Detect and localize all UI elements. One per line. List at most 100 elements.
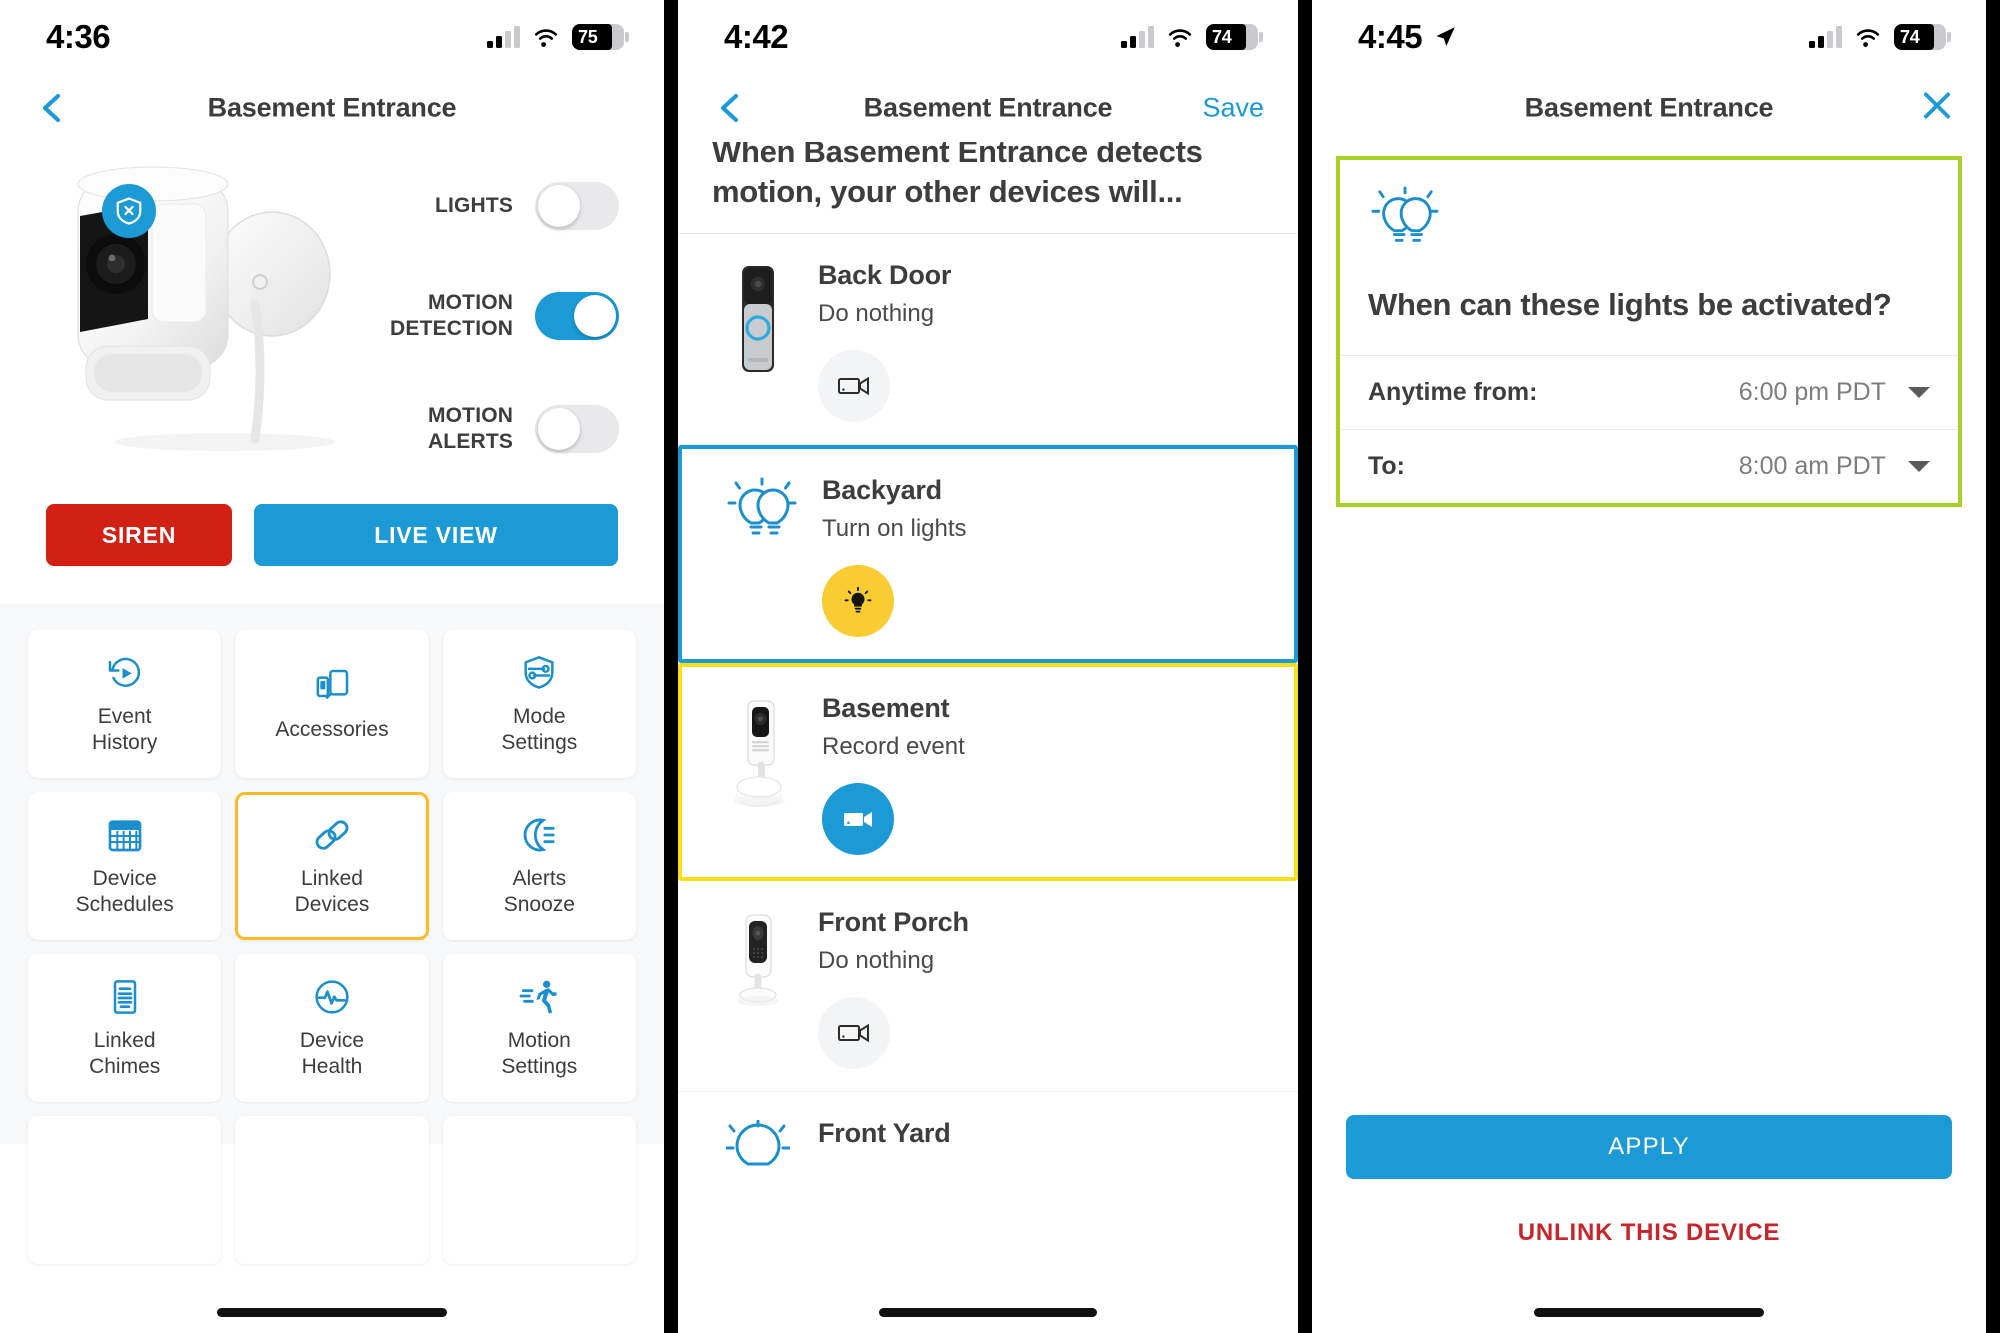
two-bulbs-icon [716,475,808,637]
battery-indicator: 75 [572,24,629,50]
tile-partial-2[interactable] [235,1116,429,1264]
tile-event-history[interactable]: Event History [28,630,222,778]
device-row-backyard[interactable]: Backyard Turn on lights [678,445,1298,664]
device-info: Backyard Turn on lights [808,475,1260,638]
schedule-body: When can these lights be activated? Anyt… [1312,142,1986,1333]
tile-partial-1[interactable] [28,1116,222,1264]
tile-label: Mode Settings [501,705,578,754]
card-title: When can these lights be activated? [1368,287,1892,322]
device-action-text: Do nothing [818,300,935,328]
close-button[interactable] [1918,87,1956,130]
page-title: Basement Entrance [207,92,457,123]
device-name: Backyard [822,475,942,506]
linked-device-list: When Basement Entrance detects motion, y… [678,142,1298,1333]
video-camera-icon[interactable] [818,997,890,1070]
toggle-list: LIGHTS MOTION DETECTION MOTION ALERTS [390,154,664,455]
caret-down-icon [1908,387,1930,399]
apply-button[interactable]: APPLY [1346,1115,1952,1179]
close-x-icon [1924,92,1950,119]
device-image-wrap [60,154,390,459]
feature-grid: Event History Accessories Mode Settings … [28,630,636,1264]
toggle-motion-detection-row: MOTION DETECTION [390,290,620,343]
schedule-from-value: 6:00 pm PDT [1738,378,1886,407]
chevron-left-icon [720,93,739,123]
device-row-front-yard[interactable]: Front Yard [678,1092,1298,1199]
toggle-motion-detection-label: MOTION DETECTION [390,291,514,341]
tile-mode-settings[interactable]: Mode Settings [442,630,636,778]
lightbulb-icon[interactable] [822,565,894,638]
shield-x-icon [102,184,156,238]
screen-light-schedule: 4:45 74 Basement Entrance When can these… [1312,0,1986,1333]
card-header: When can these lights be activated? [1340,160,1958,355]
tile-linked-devices[interactable]: Linked Devices [235,792,429,940]
tile-alerts-snooze[interactable]: Alerts Snooze [442,792,636,940]
two-bulbs-icon [1368,186,1930,257]
video-camera-icon[interactable] [818,350,890,423]
chevron-left-icon [42,93,61,123]
toggle-lights-label: LIGHTS [434,193,514,217]
status-icons: 74 [1809,24,1951,50]
tile-accessories[interactable]: Accessories [235,630,429,778]
cellular-signal-icon [1121,26,1154,48]
video-camera-icon[interactable] [822,783,894,856]
device-info: Front Porch Do nothing [804,907,1264,1070]
device-info: Basement Record event [808,693,1260,856]
tile-partial-3[interactable] [442,1116,636,1264]
tile-label: Linked Devices [294,867,370,916]
ring-indoor-cam-image [716,693,808,855]
tile-label: Event History [91,705,158,754]
schedule-to-value-wrap[interactable]: 8:00 am PDT [1739,452,1930,481]
moon-snooze-icon [519,814,559,856]
device-name: Back Door [818,260,952,291]
tile-device-schedules[interactable]: Device Schedules [28,792,222,940]
battery-indicator: 74 [1206,24,1263,50]
ring-doorbell-image [712,260,804,422]
single-bulb-icon [712,1118,804,1176]
battery-indicator: 74 [1894,24,1951,50]
toggle-motion-alerts-label: MOTION ALERTS [427,403,514,453]
save-button[interactable]: Save [1202,93,1264,124]
status-clock: 4:45 [1358,18,1458,56]
location-arrow-icon [1436,27,1455,47]
device-info: Back Door Do nothing [804,260,1264,423]
tile-device-health[interactable]: Device Health [235,954,429,1102]
tile-motion-settings[interactable]: Motion Settings [442,954,636,1102]
toggle-motion-detection-switch[interactable] [535,292,620,341]
siren-button[interactable]: SIREN [46,504,232,566]
schedule-row-to[interactable]: To: 8:00 am PDT [1340,429,1958,503]
device-row-back-door[interactable]: Back Door Do nothing [678,234,1298,446]
cellular-signal-icon [487,26,520,48]
unlink-device-button[interactable]: UNLINK THIS DEVICE [1346,1219,1952,1247]
panel-divider-2 [1298,0,1312,1333]
panel-divider [664,0,678,1333]
toggle-motion-alerts-switch[interactable] [535,404,620,453]
status-bar-2: 4:42 74 [678,0,1298,74]
caret-down-icon [1908,461,1930,473]
schedule-to-label: To: [1368,452,1406,481]
schedule-row-from[interactable]: Anytime from: 6:00 pm PDT [1340,355,1958,429]
nav-bar-1: Basement Entrance [0,74,664,142]
tile-label: Linked Chimes [89,1029,161,1078]
device-row-front-porch[interactable]: Front Porch Do nothing [678,881,1298,1093]
device-action-text: Turn on lights [822,515,967,543]
device-action-text: Do nothing [818,947,935,975]
light-schedule-card: When can these lights be activated? Anyt… [1336,156,1962,508]
toggle-lights-switch[interactable] [535,182,620,230]
tile-label: Motion Settings [501,1029,578,1078]
home-indicator [1534,1308,1764,1317]
home-indicator [217,1308,447,1317]
device-row-basement[interactable]: Basement Record event [678,663,1298,882]
back-button[interactable] [34,88,68,128]
toggle-motion-alerts-row: MOTION ALERTS [390,403,620,456]
back-button[interactable] [712,88,746,128]
schedule-from-value-wrap[interactable]: 6:00 pm PDT [1739,378,1930,407]
schedule-to-value: 8:00 am PDT [1738,452,1886,481]
running-person-icon [519,976,559,1018]
wifi-icon [1856,29,1880,47]
tile-linked-chimes[interactable]: Linked Chimes [28,954,222,1102]
device-name: Front Porch [818,907,969,938]
shield-sliders-icon [519,652,559,694]
home-indicator [879,1308,1097,1317]
live-view-button[interactable]: LIVE VIEW [254,504,618,566]
link-chain-icon [312,814,352,856]
